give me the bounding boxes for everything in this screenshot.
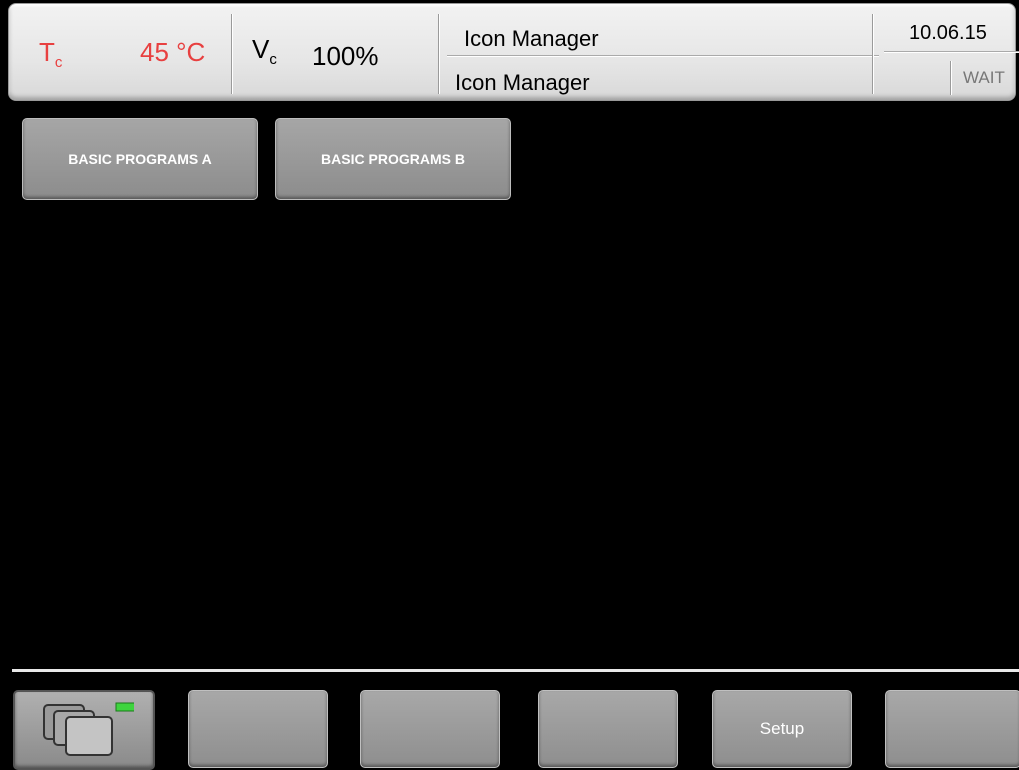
- softkey-3-button[interactable]: [360, 690, 500, 768]
- status-text: WAIT: [963, 68, 1005, 87]
- softkey-1-button[interactable]: [13, 690, 155, 770]
- date-display: 10.06.15: [909, 22, 987, 44]
- tc-label: Tc: [39, 37, 63, 72]
- softkey-separator: [12, 669, 1019, 672]
- vc-label: Vc: [252, 34, 277, 69]
- status-divider: [950, 61, 951, 95]
- message-divider: [447, 55, 879, 56]
- vc-value: 100%: [312, 41, 379, 71]
- header-divider: [872, 14, 873, 94]
- header-divider: [438, 14, 439, 94]
- softkey-4-button[interactable]: [538, 690, 678, 768]
- status-header: Tc 45 °C Vc 100% Icon Manager Icon Manag…: [8, 3, 1019, 101]
- tc-value: 45 °C: [140, 37, 206, 67]
- softkey-2-button[interactable]: [188, 690, 328, 768]
- basic-programs-a-button[interactable]: BASIC PROGRAMS A: [22, 118, 258, 200]
- basic-programs-b-button[interactable]: BASIC PROGRAMS B: [275, 118, 511, 200]
- softkey-6-button[interactable]: [885, 690, 1019, 768]
- windows-stack-icon: [34, 697, 139, 764]
- setup-button[interactable]: Setup: [712, 690, 852, 768]
- header-divider: [231, 14, 232, 94]
- date-divider: [884, 51, 1019, 52]
- message-line-1: Icon Manager: [464, 26, 599, 51]
- message-line-2: Icon Manager: [455, 70, 590, 95]
